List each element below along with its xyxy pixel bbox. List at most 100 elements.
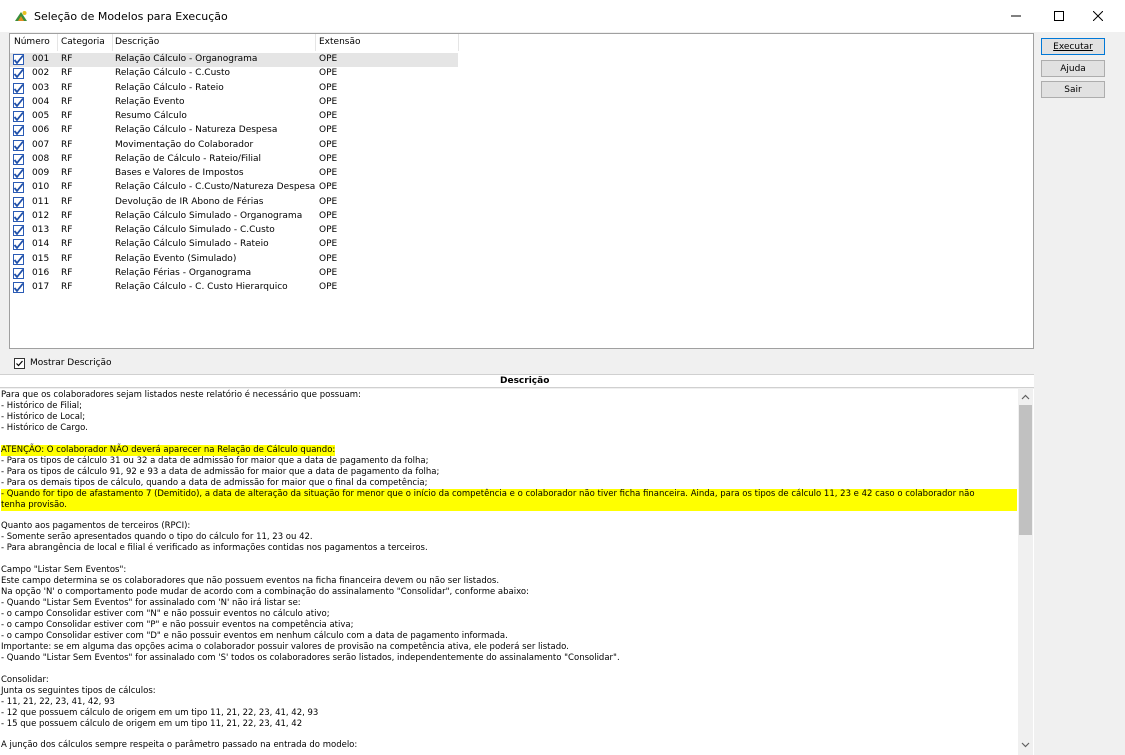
cell-cat: RF bbox=[61, 68, 73, 79]
description-line: - Histórico de Local; bbox=[1, 411, 86, 422]
cell-cat: RF bbox=[61, 253, 73, 264]
cell-desc: Resumo Cálculo bbox=[115, 111, 187, 121]
cell-desc: Relação Evento (Simulado) bbox=[115, 253, 237, 264]
table-row[interactable]: 013 RF Relação Cálculo Simulado - C.Custo O… bbox=[10, 224, 458, 238]
descricao-header-label: Descrição bbox=[500, 376, 550, 386]
check-icon[interactable] bbox=[13, 111, 24, 122]
check-icon[interactable] bbox=[13, 253, 24, 265]
check-icon[interactable] bbox=[13, 96, 24, 108]
cell-cat: RF bbox=[61, 182, 73, 193]
col-header-numero[interactable]: Número bbox=[14, 37, 50, 47]
cell-cat: RF bbox=[61, 153, 73, 164]
cell-desc: Relação Cálculo - Natureza Despesa bbox=[115, 125, 278, 136]
description-line: - Histórico de Filial; bbox=[1, 400, 83, 411]
table-row[interactable]: 010 RF Relação Cálculo - C.Custo/Natureza … bbox=[10, 181, 458, 195]
cell-ext: OPE bbox=[319, 96, 338, 107]
col-header-descricao[interactable]: Descrição bbox=[115, 37, 159, 47]
cell-ext: OPE bbox=[319, 54, 338, 64]
check-icon[interactable] bbox=[13, 139, 24, 151]
cell-num: 004 bbox=[32, 96, 50, 107]
executar-button[interactable]: Executar bbox=[1041, 38, 1105, 55]
ajuda-label: Ajuda bbox=[1060, 63, 1086, 74]
app-icon bbox=[15, 11, 27, 21]
cell-num: 009 bbox=[32, 168, 50, 178]
close-icon bbox=[1093, 11, 1103, 21]
check-icon[interactable] bbox=[13, 168, 24, 179]
check-icon[interactable] bbox=[13, 82, 24, 94]
vertical-scrollbar[interactable] bbox=[1018, 389, 1033, 755]
cell-desc: Relação Cálculo Simulado - Organograma bbox=[115, 210, 303, 221]
check-icon[interactable] bbox=[13, 182, 24, 194]
check-icon[interactable] bbox=[13, 68, 24, 80]
check-icon[interactable] bbox=[13, 239, 24, 251]
check-icon[interactable] bbox=[13, 54, 24, 65]
cell-desc: Relação Férias - Organograma bbox=[115, 267, 252, 278]
table-row[interactable]: 009 RF Bases e Valores de Impostos OPE bbox=[10, 167, 458, 181]
table-row[interactable]: 017 RF Relação Cálculo - C. Custo Hierarqu… bbox=[10, 281, 458, 295]
description-line: Para que os colaboradores sejam listados… bbox=[1, 390, 361, 400]
description-line: - Somente serão apresentados quando o ti… bbox=[1, 532, 313, 543]
table-row[interactable]: 001 RF Relação Cálculo - Organograma OPE bbox=[10, 53, 458, 67]
description-line: - o campo Consolidar estiver com "D" e n… bbox=[1, 630, 508, 641]
checkmark-icon bbox=[16, 360, 23, 367]
sair-button[interactable]: Sair bbox=[1041, 81, 1105, 98]
sair-label: Sair bbox=[1064, 84, 1082, 95]
check-icon[interactable] bbox=[13, 210, 24, 222]
cell-cat: RF bbox=[61, 125, 73, 136]
cell-cat: RF bbox=[61, 282, 73, 292]
table-row[interactable]: 014 RF Relação Cálculo Simulado - Rateio OP… bbox=[10, 238, 458, 252]
checkbox-box[interactable] bbox=[14, 358, 25, 369]
cell-desc: Relação Cálculo Simulado - C.Custo bbox=[115, 225, 275, 235]
cell-num: 005 bbox=[32, 111, 50, 121]
cell-ext: OPE bbox=[319, 282, 338, 292]
description-line: - 11, 21, 22, 23, 41, 42, 93 bbox=[1, 696, 115, 707]
check-icon[interactable] bbox=[13, 267, 24, 279]
cell-desc: Bases e Valores de Impostos bbox=[115, 168, 244, 178]
ajuda-button[interactable]: Ajuda bbox=[1041, 60, 1105, 77]
check-icon[interactable] bbox=[13, 196, 24, 208]
table-row[interactable]: 003 RF Relação Cálculo - Rateio OPE bbox=[10, 82, 458, 96]
table-row[interactable]: 005 RF Resumo Cálculo OPE bbox=[10, 110, 458, 124]
descricao-text-area[interactable]: Para que os colaboradores sejam listados… bbox=[0, 389, 1034, 755]
close-button[interactable] bbox=[1075, 0, 1121, 32]
title-bar: Seleção de Modelos para Execução bbox=[0, 0, 1125, 32]
check-icon[interactable] bbox=[13, 282, 24, 293]
check-icon[interactable] bbox=[13, 125, 24, 137]
scrollbar-thumb[interactable] bbox=[1019, 405, 1032, 535]
table-row[interactable]: 004 RF Relação Evento OPE bbox=[10, 96, 458, 110]
minimize-button[interactable] bbox=[993, 0, 1039, 32]
table-row[interactable]: 015 RF Relação Evento (Simulado) OPE bbox=[10, 253, 458, 267]
cell-cat: RF bbox=[61, 239, 73, 250]
cell-cat: RF bbox=[61, 54, 73, 64]
check-icon[interactable] bbox=[13, 153, 24, 165]
description-line: - Para os tipos de cálculo 91, 92 e 93 a… bbox=[1, 466, 440, 477]
cell-ext: OPE bbox=[319, 125, 338, 136]
table-row[interactable]: 008 RF Relação de Cálculo - Rateio/Filial O… bbox=[10, 153, 458, 167]
table-row[interactable]: 011 RF Devolução de IR Abono de Férias OPE bbox=[10, 196, 458, 210]
cell-cat: RF bbox=[61, 225, 73, 235]
col-header-extensao[interactable]: Extensão bbox=[319, 37, 361, 47]
cell-ext: OPE bbox=[319, 82, 338, 93]
table-row[interactable]: 002 RF Relação Cálculo - C.Custo OPE bbox=[10, 67, 458, 81]
cell-num: 010 bbox=[32, 182, 50, 193]
table-row[interactable]: 006 RF Relação Cálculo - Natureza Despesa O… bbox=[10, 124, 458, 138]
cell-num: 001 bbox=[32, 54, 50, 64]
table-row[interactable]: 007 RF Movimentação do Colaborador OPE bbox=[10, 139, 458, 153]
description-line: A junção dos cálculos sempre respeita o … bbox=[1, 740, 358, 751]
cell-desc: Relação Cálculo - Organograma bbox=[115, 54, 258, 64]
cell-num: 003 bbox=[32, 82, 50, 93]
table-row[interactable]: 016 RF Relação Férias - Organograma OPE bbox=[10, 267, 458, 281]
cell-cat: RF bbox=[61, 210, 73, 221]
description-line: Quanto aos pagamentos de terceiros (RPCI… bbox=[1, 521, 191, 532]
cell-num: 008 bbox=[32, 153, 50, 164]
cell-desc: Relação Cálculo - C.Custo/Natureza Despe… bbox=[115, 182, 316, 193]
scroll-up-icon[interactable] bbox=[1021, 393, 1030, 402]
table-row[interactable]: 012 RF Relação Cálculo Simulado - Organogr… bbox=[10, 210, 458, 224]
description-line: - Quando for tipo de afastamento 7 (Demi… bbox=[1, 488, 1017, 500]
scroll-down-icon[interactable] bbox=[1021, 740, 1030, 749]
col-header-categoria[interactable]: Categoria bbox=[61, 37, 105, 47]
check-icon[interactable] bbox=[13, 225, 24, 236]
models-list[interactable]: Número Categoria Descrição Extensão 001 R… bbox=[9, 33, 1034, 349]
cell-num: 016 bbox=[32, 267, 50, 278]
cell-desc: Relação Cálculo Simulado - Rateio bbox=[115, 239, 269, 250]
